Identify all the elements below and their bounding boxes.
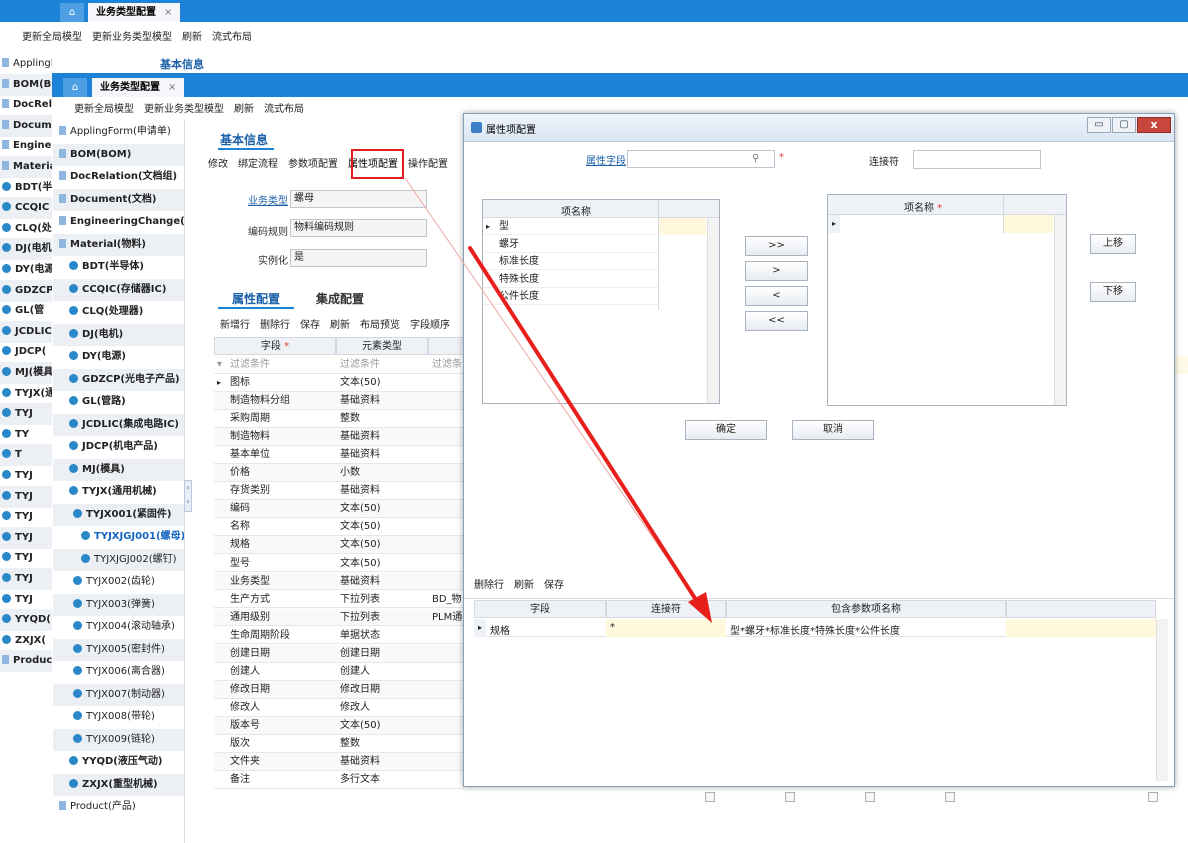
screenshot-stage: ⌂ 业务类型配置× 更新全局模型更新业务类型模型刷新流式布局 ApplingFo… — [0, 0, 1188, 843]
annotation-arrow — [404, 177, 712, 623]
